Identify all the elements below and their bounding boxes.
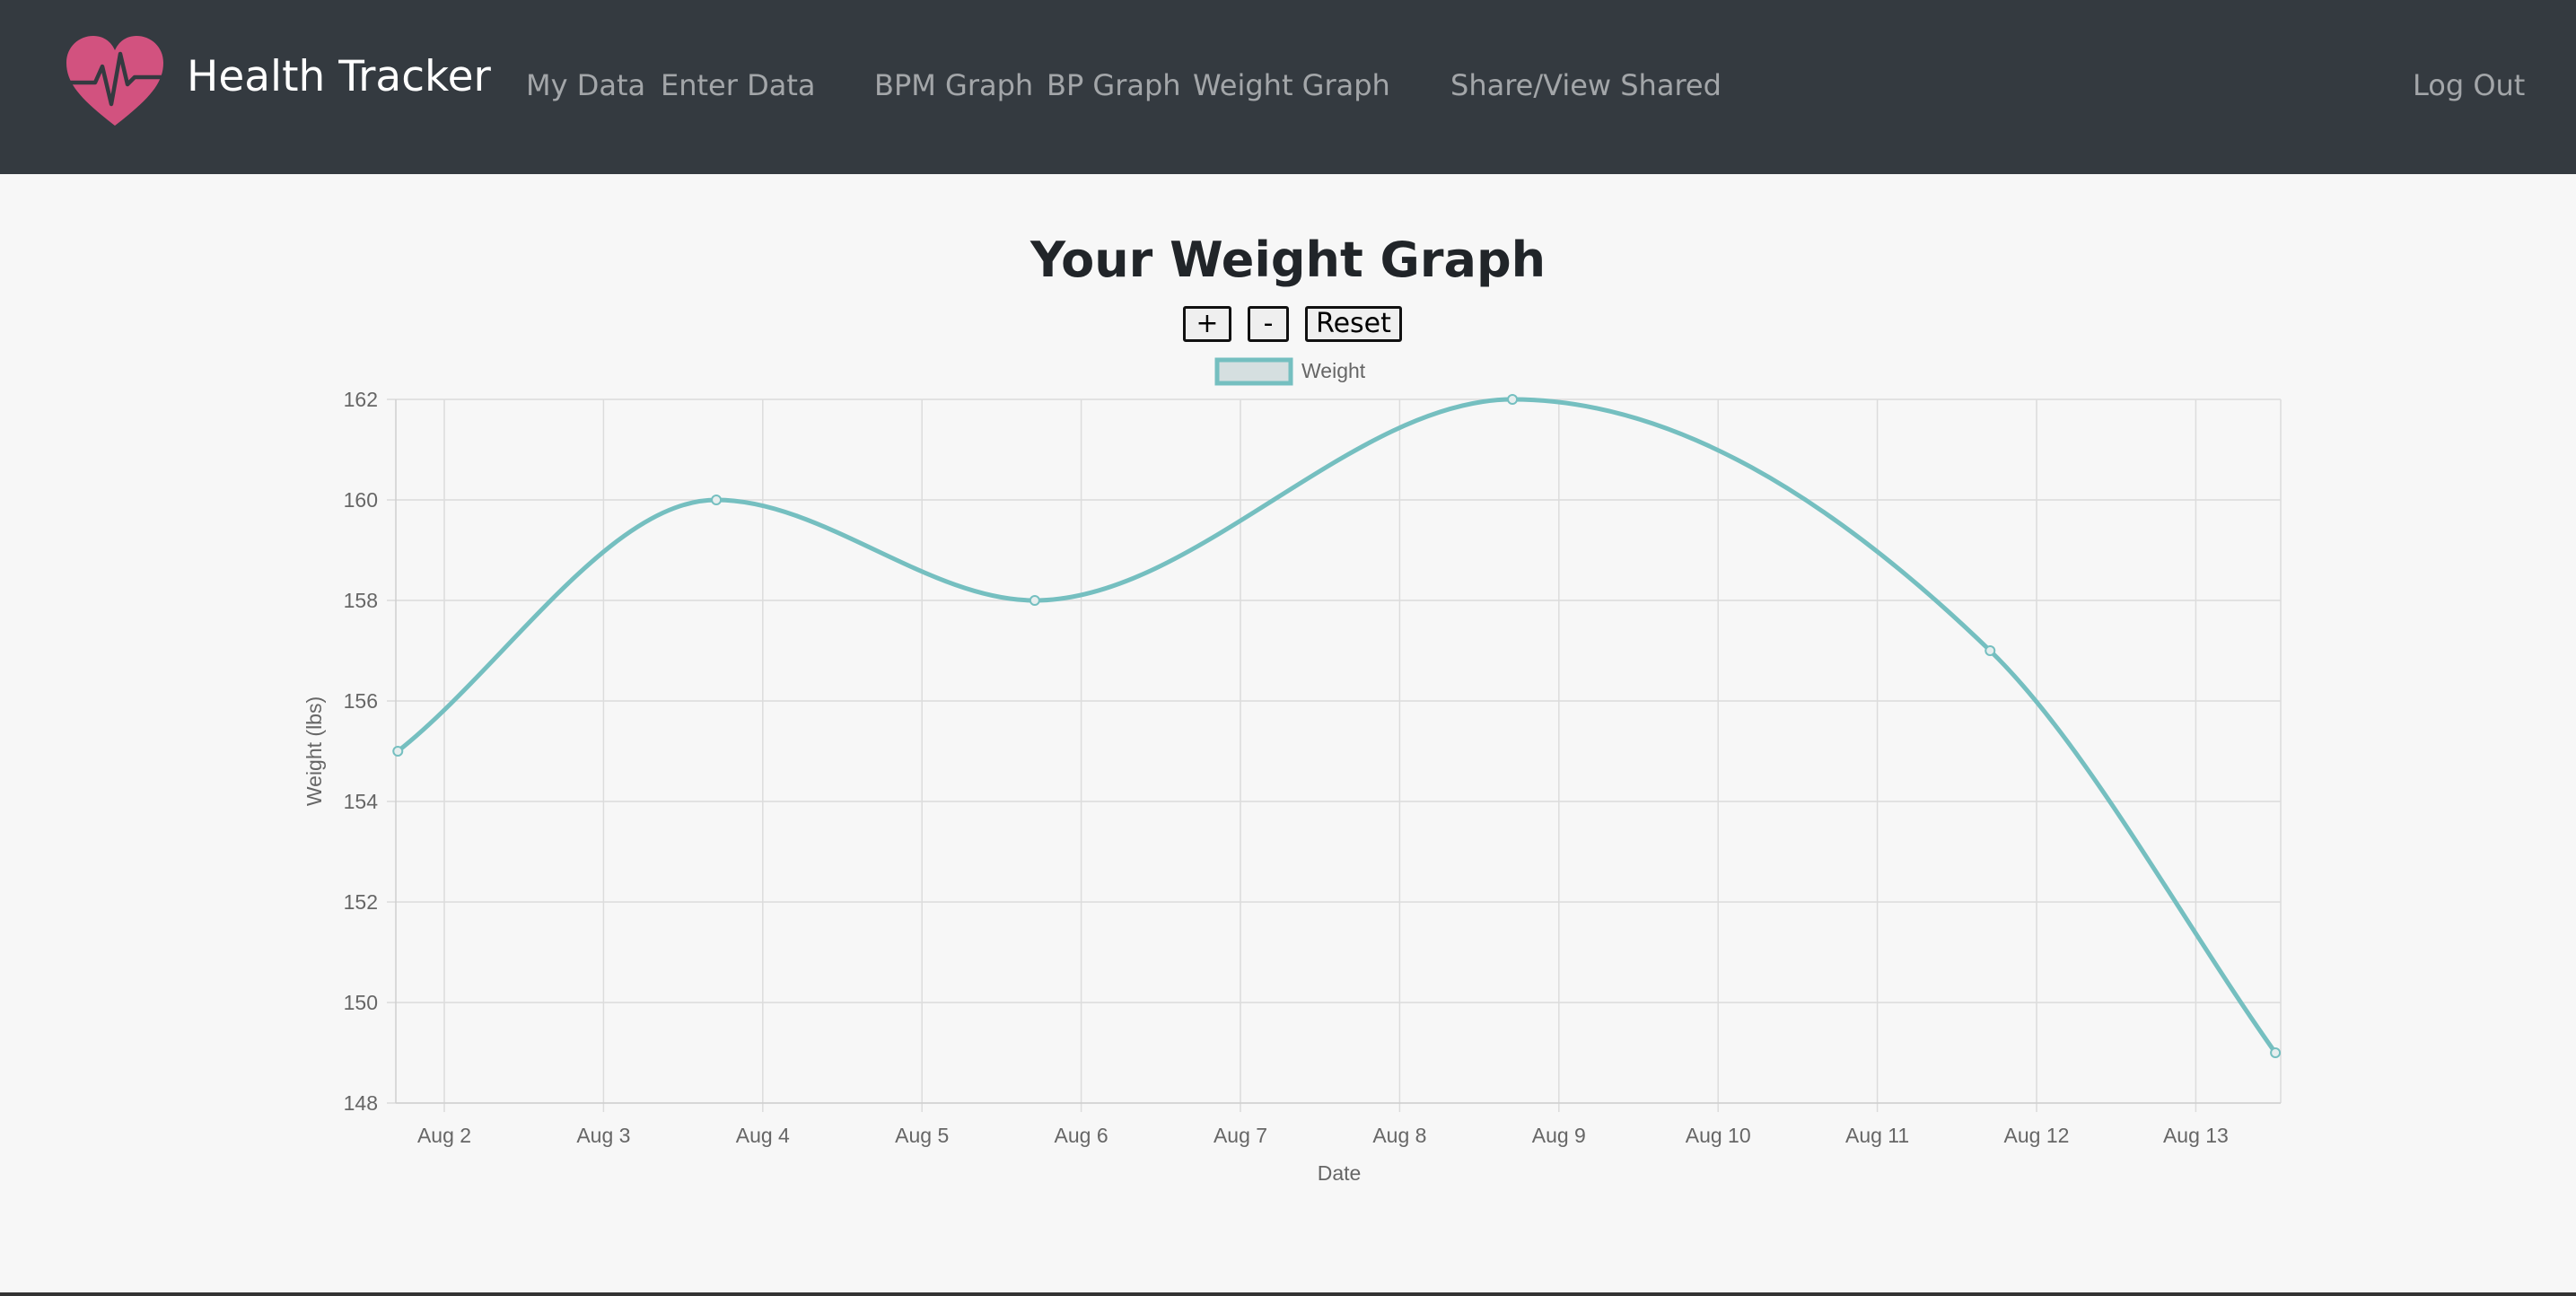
x-tick-label: Aug 10 [1686,1124,1751,1147]
data-point [392,746,404,757]
x-tick-label: Aug 4 [736,1124,790,1147]
data-point [2270,1047,2282,1058]
weight-line-chart[interactable]: 148 150 152 154 156 158 160 162 Aug 2 Aug 3 Aug 4 A… [0,0,2576,1296]
data-point [1029,595,1040,606]
y-tick-label: 158 [344,589,378,612]
x-tick-label: Aug 11 [1845,1124,1909,1147]
y-tick-label: 152 [344,890,378,914]
x-tick-label: Aug 9 [1532,1124,1586,1147]
legend-label: Weight [1301,359,1366,382]
y-tick-label: 150 [344,991,378,1014]
page-bottom-border [0,1292,2576,1296]
y-tick-label: 156 [344,689,378,713]
x-tick-label: Aug 7 [1214,1124,1267,1147]
legend-swatch [1214,357,1293,386]
data-point [1507,394,1519,405]
data-point [711,495,723,505]
x-tick-label: Aug 12 [2004,1124,2070,1147]
y-axis-title: Weight (lbs) [302,696,326,806]
x-tick-label: Aug 2 [417,1124,471,1147]
x-axis-title: Date [1318,1161,1362,1185]
data-point [1985,645,1996,656]
y-tick-label: 148 [344,1091,378,1115]
x-tick-label: Aug 3 [576,1124,630,1147]
x-tick-label: Aug 6 [1055,1124,1108,1147]
x-tick-label: Aug 13 [2163,1124,2229,1147]
y-tick-label: 160 [344,488,378,512]
y-tick-label: 162 [344,388,378,411]
x-tick-label: Aug 5 [895,1124,949,1147]
x-tick-label: Aug 8 [1372,1124,1426,1147]
y-tick-label: 154 [344,790,379,813]
weight-series-line [396,397,2278,1055]
